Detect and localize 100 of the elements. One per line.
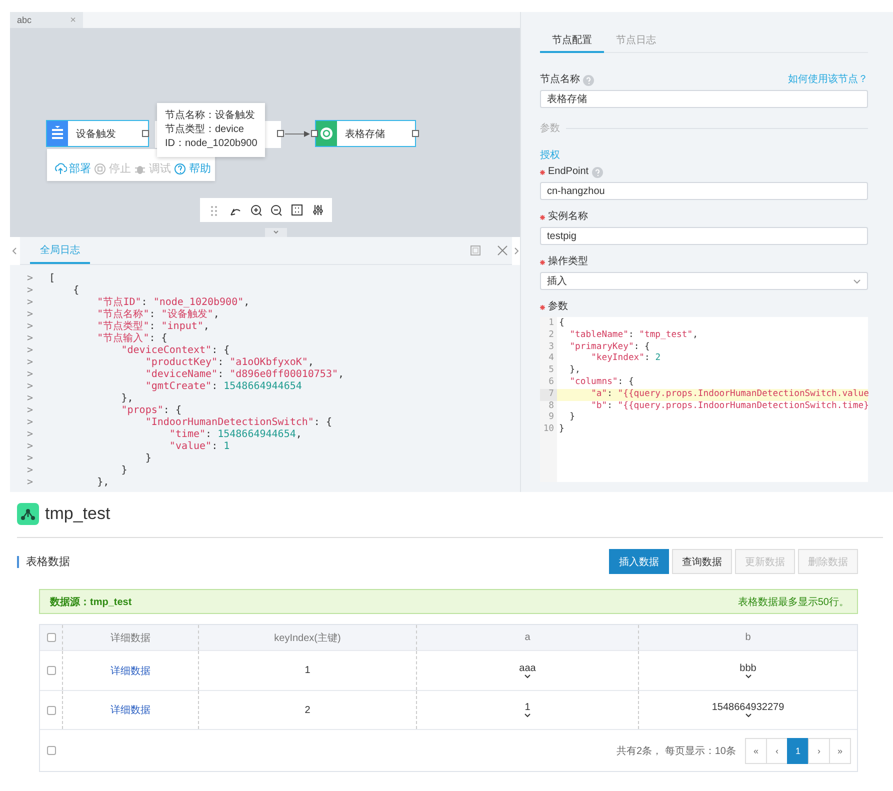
field-label: 实例名称 — [548, 210, 588, 224]
line-number: 4 — [548, 353, 555, 366]
port-handle[interactable] — [311, 130, 318, 137]
code-editor[interactable] — [540, 317, 868, 482]
flow-node[interactable]: 表格存储 — [315, 120, 416, 147]
code-line: "primaryKey": { — [568, 342, 651, 353]
gutter-marker: > — [26, 285, 34, 297]
gutter-marker: > — [26, 393, 34, 405]
gutter-marker: > — [26, 429, 34, 441]
column-header: keyIndex(主键) — [274, 632, 341, 644]
upload-cloud-icon — [54, 162, 67, 174]
fit-screen-icon[interactable] — [290, 204, 303, 216]
row-limit-note: 表格数据最多显示50行。 — [738, 596, 849, 608]
expand-icon[interactable] — [524, 713, 531, 718]
table-cell: aaa — [519, 662, 536, 674]
line-number: 7 — [540, 388, 557, 401]
code-line: "gmtCreate": 1548664944654 — [144, 381, 302, 393]
page-button[interactable]: › — [808, 738, 830, 764]
expand-icon[interactable] — [744, 713, 752, 718]
port-handle[interactable] — [412, 130, 419, 137]
code-line: { — [558, 318, 566, 330]
code-line: { — [72, 285, 80, 297]
editor-tab[interactable]: abc × — [10, 12, 83, 28]
list-icon — [47, 121, 68, 146]
settings-sliders-icon[interactable] — [312, 204, 324, 216]
flow-node[interactable]: 设备触发 — [46, 120, 149, 147]
expand-icon[interactable] — [524, 674, 531, 678]
share-node-icon — [17, 503, 39, 525]
port-handle[interactable] — [142, 130, 149, 137]
checkbox[interactable] — [46, 706, 56, 714]
table-cell: 1548664932279 — [712, 702, 784, 713]
zoom-out-icon[interactable] — [270, 204, 282, 216]
section-title: 表格数据 — [17, 556, 70, 568]
code-line: "props": { — [120, 405, 182, 417]
field-label: 参数 — [548, 300, 568, 314]
column-header: a — [524, 632, 530, 643]
line-number: 5 — [548, 365, 555, 377]
code-line: [ — [49, 273, 56, 285]
page-button[interactable]: « — [745, 738, 767, 764]
field-label: EndPoint — [548, 165, 589, 179]
page-button[interactable]: » — [829, 738, 851, 764]
tooltip-line: 节点类型：device — [165, 123, 245, 137]
detail-link[interactable]: 详细数据 — [110, 664, 150, 678]
help-icon — [174, 162, 187, 174]
code-line: } — [120, 465, 128, 477]
line-number: 2 — [548, 330, 555, 342]
gutter-marker: > — [26, 417, 34, 429]
gutter-marker: > — [26, 405, 34, 417]
checkbox[interactable] — [47, 746, 56, 755]
gutter-marker: > — [26, 453, 34, 465]
code-line: "b": "{{query.props.IndoorHumanDetectionSwitch.time} — [590, 400, 868, 412]
input-field[interactable]: testpig — [540, 227, 868, 245]
expand-icon[interactable] — [744, 674, 752, 678]
table-cell: 1 — [524, 702, 530, 713]
action-button[interactable]: 插入数据 — [609, 549, 669, 574]
code-line: "节点ID": "node_1020b900", — [96, 297, 250, 308]
code-line: "value": 1 — [168, 441, 230, 453]
table-cell: 1 — [304, 665, 310, 676]
checkbox[interactable] — [46, 666, 56, 675]
field-label: 节点名称 — [540, 73, 580, 87]
code-line: "IndoorHumanDetectionSwitch": { — [144, 417, 332, 429]
field-label: 操作类型 — [548, 255, 588, 269]
code-line: "节点输入": { — [96, 333, 168, 345]
input-field[interactable]: cn-hangzhou — [540, 182, 868, 200]
code-line: } — [568, 412, 576, 424]
select-field[interactable]: 插入 — [540, 272, 868, 290]
checkbox[interactable] — [46, 633, 56, 642]
code-line: "deviceContext": { — [120, 345, 230, 357]
line-number: 1 — [548, 318, 555, 330]
gutter-marker: > — [26, 309, 34, 321]
code-line: }, — [568, 365, 582, 377]
table-cell: 2 — [304, 704, 310, 716]
column-header: b — [745, 632, 751, 643]
close-icon[interactable] — [497, 245, 508, 256]
page-button[interactable]: ‹ — [766, 738, 788, 764]
code-line: "productKey": "a1oOKbfyxoK", — [144, 357, 314, 369]
page-title: tmp_test — [45, 504, 110, 524]
pagination-summary: 共有2条， 每页显示：10条 — [616, 744, 736, 758]
caret-icon — [853, 278, 861, 284]
gutter-marker: > — [26, 273, 34, 285]
gutter-marker: > — [26, 297, 34, 309]
line-number: 8 — [548, 400, 555, 412]
table-cell: bbb — [740, 662, 756, 674]
config-tab[interactable]: 节点配置 — [540, 28, 604, 53]
data-source-label: 数据源：tmp_test — [50, 596, 132, 608]
input-field[interactable]: 表格存储 — [540, 90, 868, 108]
code-line: } — [144, 453, 152, 465]
gutter-marker: > — [26, 477, 34, 489]
tooltip-line: 节点名称：设备触发 — [165, 109, 256, 123]
detail-link[interactable]: 详细数据 — [110, 703, 150, 717]
code-line: "节点类型": "input", — [96, 321, 210, 332]
gutter-marker: > — [26, 369, 34, 381]
port-handle[interactable] — [277, 130, 284, 137]
code-line: "deviceName": "d896e0ff00010753", — [144, 369, 344, 381]
action-button[interactable]: 查询数据 — [672, 549, 732, 574]
zoom-in-icon[interactable] — [250, 204, 262, 216]
line-number: 3 — [548, 342, 555, 354]
page-button[interactable]: 1 — [787, 738, 809, 764]
gutter-marker: > — [26, 333, 34, 345]
edge-arrow — [285, 130, 311, 138]
